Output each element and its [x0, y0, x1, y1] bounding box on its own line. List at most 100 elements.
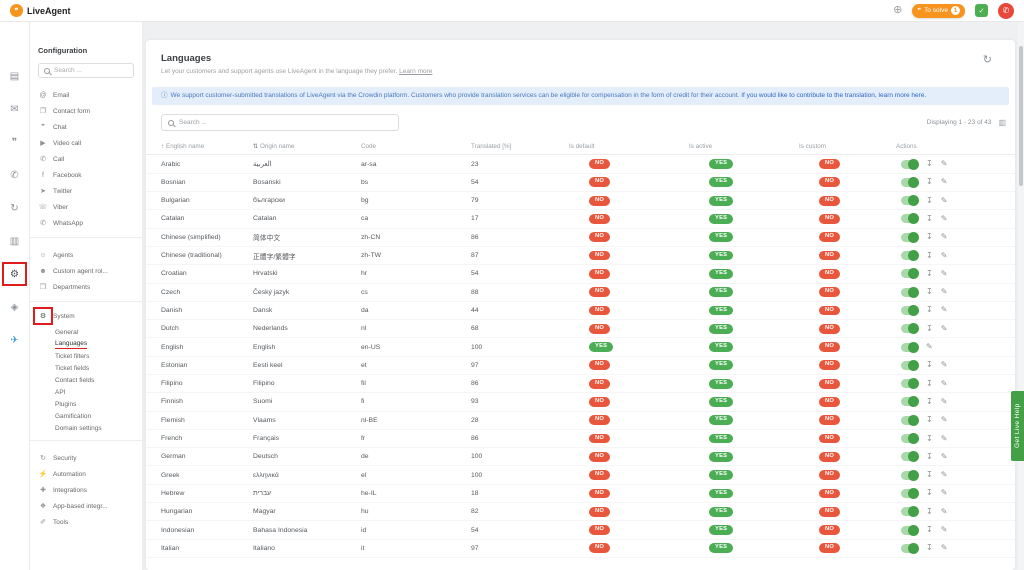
- sidebar-item-chat[interactable]: ❞Chat: [38, 119, 134, 135]
- sidebar-item-video-call[interactable]: ▶Video call: [38, 135, 134, 151]
- active-toggle[interactable]: [901, 489, 918, 498]
- download-icon[interactable]: ↧: [926, 361, 933, 369]
- download-icon[interactable]: ↧: [926, 270, 933, 278]
- sidebar-item-security[interactable]: ↻Security: [38, 450, 134, 466]
- to-solve-button[interactable]: ❞ To solve 1: [912, 4, 965, 18]
- download-icon[interactable]: ↧: [926, 252, 933, 260]
- column-header-english-name[interactable]: ↑ English name: [161, 143, 253, 150]
- active-toggle[interactable]: [901, 306, 918, 315]
- download-icon[interactable]: ↧: [926, 288, 933, 296]
- column-header-is-active[interactable]: Is active: [689, 143, 799, 150]
- sidebar-item-integrations[interactable]: ✚Integrations: [38, 482, 134, 498]
- edit-icon[interactable]: ✎: [941, 361, 948, 369]
- edit-icon[interactable]: ✎: [941, 252, 948, 260]
- edit-icon[interactable]: ✎: [941, 526, 948, 534]
- sidebar-item-ticket-filters[interactable]: Ticket filters: [55, 350, 134, 362]
- active-toggle[interactable]: [901, 507, 918, 516]
- sidebar-item-contact-form[interactable]: ❐Contact form: [38, 103, 134, 119]
- active-toggle[interactable]: [901, 214, 918, 223]
- edit-icon[interactable]: ✎: [941, 215, 948, 223]
- sidebar-item-departments[interactable]: ❒Departments: [38, 279, 134, 295]
- sidebar-item-languages[interactable]: Languages: [55, 338, 134, 350]
- active-toggle[interactable]: [901, 416, 918, 425]
- archive-icon[interactable]: ▥: [8, 235, 21, 247]
- active-toggle[interactable]: [901, 397, 918, 406]
- active-toggle[interactable]: [901, 233, 918, 242]
- active-toggle[interactable]: [901, 343, 918, 352]
- active-toggle[interactable]: [901, 434, 918, 443]
- sidebar-item-facebook[interactable]: fFacebook: [38, 167, 134, 183]
- dashboard-icon[interactable]: ▤: [8, 70, 21, 82]
- history-icon[interactable]: ↻: [8, 202, 21, 214]
- sidebar-item-automation[interactable]: ⚡Automation: [38, 466, 134, 482]
- download-icon[interactable]: ↧: [926, 508, 933, 516]
- sidebar-item-call[interactable]: ✆Call: [38, 151, 134, 167]
- active-toggle[interactable]: [901, 324, 918, 333]
- download-icon[interactable]: ↧: [926, 306, 933, 314]
- column-settings-icon[interactable]: ▥: [998, 118, 1006, 127]
- active-toggle[interactable]: [901, 160, 918, 169]
- download-icon[interactable]: ↧: [926, 325, 933, 333]
- configuration-gear-icon[interactable]: ⚙: [8, 268, 21, 280]
- edit-icon[interactable]: ✎: [941, 471, 948, 479]
- active-toggle[interactable]: [901, 361, 918, 370]
- sidebar-item-api[interactable]: API: [55, 386, 134, 398]
- edit-icon[interactable]: ✎: [941, 416, 948, 424]
- edit-icon[interactable]: ✎: [941, 398, 948, 406]
- active-toggle[interactable]: [901, 178, 918, 187]
- column-header-translated[interactable]: Translated [%]: [471, 143, 569, 150]
- edit-icon[interactable]: ✎: [941, 508, 948, 516]
- download-icon[interactable]: ↧: [926, 526, 933, 534]
- active-toggle[interactable]: [901, 452, 918, 461]
- download-icon[interactable]: ↧: [926, 380, 933, 388]
- refresh-icon[interactable]: ↻: [983, 53, 1000, 66]
- sidebar-item-email[interactable]: @Email: [38, 87, 134, 103]
- active-toggle[interactable]: [901, 288, 918, 297]
- sidebar-item-custom-agent-rol[interactable]: ☻Custom agent rol...: [38, 263, 134, 279]
- online-status-button[interactable]: ✓: [975, 4, 988, 17]
- edit-icon[interactable]: ✎: [926, 343, 933, 351]
- edit-icon[interactable]: ✎: [941, 197, 948, 205]
- addons-icon[interactable]: ◈: [8, 301, 21, 313]
- active-toggle[interactable]: [901, 544, 918, 553]
- sidebar-item-twitter[interactable]: ➤Twitter: [38, 183, 134, 199]
- sidebar-search-input[interactable]: Search ...: [38, 63, 134, 78]
- download-icon[interactable]: ↧: [926, 215, 933, 223]
- edit-icon[interactable]: ✎: [941, 178, 948, 186]
- call-status-button[interactable]: ✆: [998, 3, 1014, 19]
- column-header-origin-name[interactable]: ⇅ Origin name: [253, 143, 361, 150]
- active-toggle[interactable]: [901, 251, 918, 260]
- column-header-code[interactable]: Code: [361, 143, 471, 150]
- sidebar-item-ticket-fields[interactable]: Ticket fields: [55, 362, 134, 374]
- download-icon[interactable]: ↧: [926, 453, 933, 461]
- sidebar-item-viber[interactable]: ☏Viber: [38, 199, 134, 215]
- sidebar-item-contact-fields[interactable]: Contact fields: [55, 374, 134, 386]
- calls-icon[interactable]: ✆: [8, 169, 21, 181]
- edit-icon[interactable]: ✎: [941, 489, 948, 497]
- column-header-is-default[interactable]: Is default: [569, 143, 689, 150]
- edit-icon[interactable]: ✎: [941, 544, 948, 552]
- languages-search-input[interactable]: Search ...: [161, 114, 399, 131]
- edit-icon[interactable]: ✎: [941, 288, 948, 296]
- edit-icon[interactable]: ✎: [941, 325, 948, 333]
- edit-icon[interactable]: ✎: [941, 160, 948, 168]
- edit-icon[interactable]: ✎: [941, 233, 948, 241]
- download-icon[interactable]: ↧: [926, 544, 933, 552]
- download-icon[interactable]: ↧: [926, 471, 933, 479]
- download-icon[interactable]: ↧: [926, 160, 933, 168]
- download-icon[interactable]: ↧: [926, 435, 933, 443]
- sidebar-item-agents[interactable]: ☺Agents: [38, 247, 134, 263]
- active-toggle[interactable]: [901, 379, 918, 388]
- download-icon[interactable]: ↧: [926, 233, 933, 241]
- launch-icon[interactable]: ✈: [8, 334, 21, 346]
- sidebar-item-app-based-integr[interactable]: ❖App-based integr...: [38, 498, 134, 514]
- active-toggle[interactable]: [901, 196, 918, 205]
- sidebar-item-general[interactable]: General: [55, 326, 134, 338]
- chats-icon[interactable]: ❞: [8, 136, 21, 148]
- edit-icon[interactable]: ✎: [941, 453, 948, 461]
- page-scrollbar[interactable]: [1018, 22, 1024, 570]
- column-header-is-custom[interactable]: Is custom: [799, 143, 896, 150]
- sidebar-item-tools[interactable]: ✐Tools: [38, 514, 134, 530]
- edit-icon[interactable]: ✎: [941, 270, 948, 278]
- brand[interactable]: ❞ LiveAgent: [10, 4, 71, 17]
